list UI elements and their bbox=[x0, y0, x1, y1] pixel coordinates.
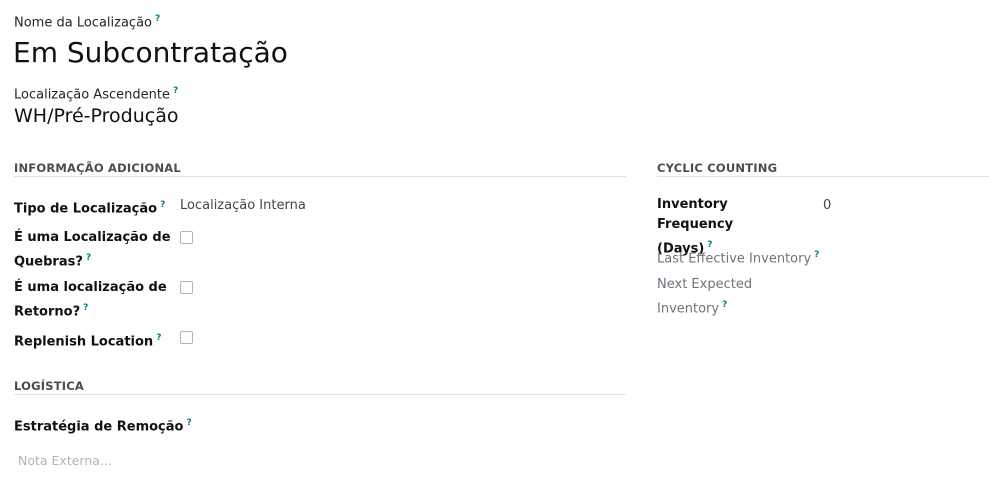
parent-location-label: Localização Ascendente? bbox=[14, 86, 178, 102]
help-tooltip-icon[interactable]: ? bbox=[156, 333, 161, 343]
scrap-location-label-line2: Quebras? bbox=[14, 254, 83, 270]
replenish-location-checkbox[interactable] bbox=[180, 331, 193, 344]
last-effective-inventory-label-text: Last Effective Inventory bbox=[657, 251, 812, 267]
removal-strategy-label: Estratégia de Remoção? bbox=[14, 413, 192, 437]
section-title-logistics: LOGÍSTICA bbox=[14, 379, 84, 393]
help-tooltip-icon[interactable]: ? bbox=[86, 253, 91, 263]
location-type-label: Tipo de Localização? bbox=[14, 195, 165, 219]
help-tooltip-icon[interactable]: ? bbox=[814, 250, 819, 260]
replenish-location-label-text: Replenish Location bbox=[14, 334, 154, 350]
help-tooltip-icon[interactable]: ? bbox=[155, 14, 160, 24]
removal-strategy-label-text: Estratégia de Remoção bbox=[14, 419, 184, 435]
section-title-cyclic-counting: CYCLIC COUNTING bbox=[657, 161, 778, 175]
section-separator bbox=[14, 394, 626, 395]
location-type-select[interactable]: Localização Interna bbox=[180, 198, 306, 213]
parent-location-label-text: Localização Ascendente bbox=[14, 87, 170, 103]
return-location-label: É uma localização de Retorno?? bbox=[14, 278, 174, 322]
location-type-label-text: Tipo de Localização bbox=[14, 201, 158, 217]
location-name-label-text: Nome da Localização bbox=[14, 15, 152, 31]
section-separator bbox=[657, 176, 989, 177]
return-location-label-line1: É uma localização de bbox=[14, 280, 167, 295]
inventory-frequency-label-line1: Inventory Frequency bbox=[657, 197, 734, 232]
inventory-frequency-input[interactable]: 0 bbox=[823, 198, 831, 213]
help-tooltip-icon[interactable]: ? bbox=[186, 418, 191, 428]
section-title-additional-info: INFORMAÇÃO ADICIONAL bbox=[14, 161, 181, 175]
last-effective-inventory-label: Last Effective Inventory? bbox=[657, 245, 819, 269]
parent-location-field[interactable]: WH/Pré-Produção bbox=[14, 105, 179, 127]
external-note-field[interactable]: Nota Externa... bbox=[18, 453, 112, 468]
scrap-location-label: É uma Localização de Quebras?? bbox=[14, 228, 174, 272]
location-name-label: Nome da Localização? bbox=[14, 14, 160, 30]
next-expected-inventory-label-line1: Next Expected bbox=[657, 277, 753, 292]
return-location-checkbox[interactable] bbox=[180, 281, 193, 294]
help-tooltip-icon[interactable]: ? bbox=[83, 303, 88, 313]
return-location-label-line2: Retorno? bbox=[14, 304, 81, 320]
help-tooltip-icon[interactable]: ? bbox=[160, 200, 165, 210]
replenish-location-label: Replenish Location? bbox=[14, 328, 161, 352]
location-name-field[interactable]: Em Subcontratação bbox=[13, 36, 288, 69]
help-tooltip-icon[interactable]: ? bbox=[722, 300, 727, 310]
scrap-location-checkbox[interactable] bbox=[180, 231, 193, 244]
next-expected-inventory-label-line2: Inventory bbox=[657, 301, 720, 317]
section-separator bbox=[14, 176, 626, 177]
help-tooltip-icon[interactable]: ? bbox=[173, 86, 178, 96]
next-expected-inventory-label: Next Expected Inventory? bbox=[657, 275, 807, 319]
scrap-location-label-line1: É uma Localização de bbox=[14, 230, 171, 245]
